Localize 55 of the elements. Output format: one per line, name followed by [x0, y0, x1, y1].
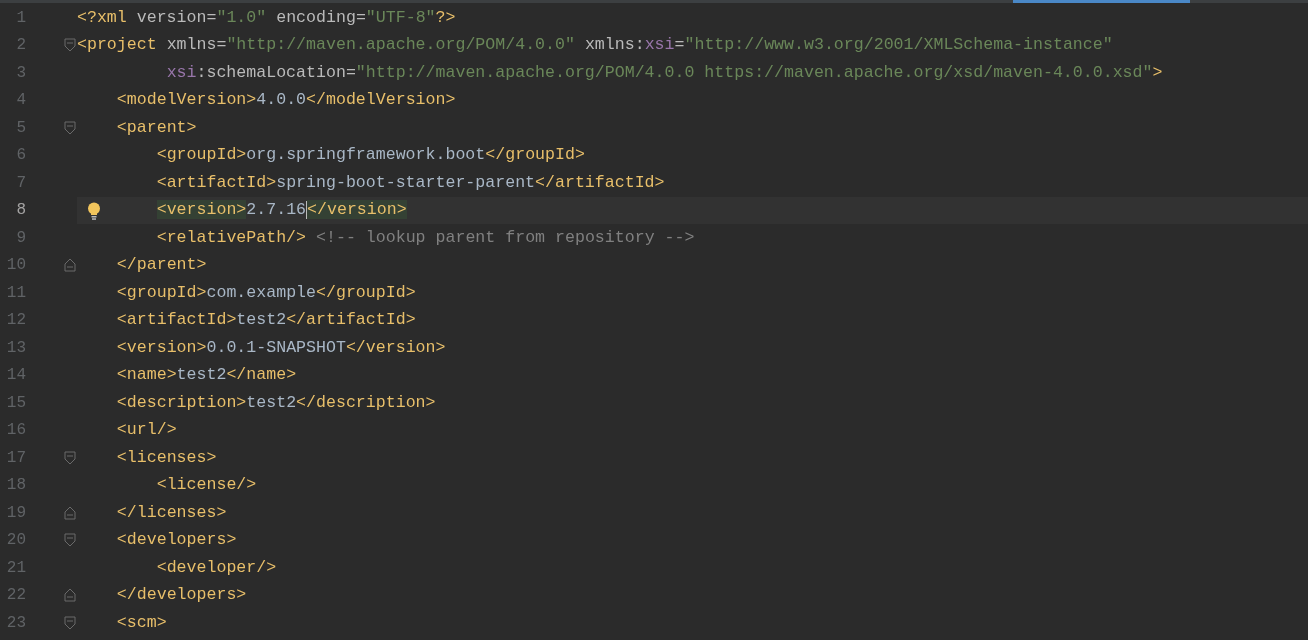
line-number: 21: [6, 557, 26, 579]
code-line: <modelVersion>4.0.0</modelVersion>: [115, 90, 456, 111]
fold-marker-icon[interactable]: [64, 38, 76, 53]
fold-end-icon[interactable]: [64, 588, 76, 603]
code-line: <version>0.0.1-SNAPSHOT</version>: [115, 337, 446, 358]
line-number: 17: [6, 447, 26, 469]
line-number: 5: [16, 117, 26, 139]
line-number: 7: [16, 172, 26, 194]
lightbulb-icon[interactable]: [87, 201, 101, 220]
line-number: 2: [16, 35, 26, 57]
code-line: </developers>: [115, 585, 247, 606]
code-line: <license/>: [155, 475, 257, 496]
code-line: <groupId>com.example</groupId>: [115, 282, 416, 303]
code-line: <description>test2</description>: [115, 392, 436, 413]
fold-marker-icon[interactable]: [64, 533, 76, 548]
code-line: <name>test2</name>: [115, 365, 297, 386]
fold-end-icon[interactable]: [64, 505, 76, 520]
line-number: 6: [16, 145, 26, 167]
line-number: 3: [16, 62, 26, 84]
fold-marker-icon[interactable]: [64, 615, 76, 630]
line-number: 22: [6, 585, 26, 607]
line-number: 13: [6, 337, 26, 359]
code-line: <licenses>: [115, 447, 217, 468]
fold-end-icon[interactable]: [64, 258, 76, 273]
code-line: </parent>: [115, 255, 207, 276]
line-number: 18: [6, 475, 26, 497]
line-number: 15: [6, 392, 26, 414]
code-line: <parent>: [115, 117, 197, 138]
line-number: 8: [16, 200, 26, 222]
code-line: <groupId>org.springframework.boot</groupId>: [155, 145, 585, 166]
code-line: <?xml version="1.0" encoding="UTF-8"?>: [77, 7, 456, 28]
line-number: 9: [16, 227, 26, 249]
code-line: </licenses>: [115, 502, 227, 523]
line-number: 4: [16, 90, 26, 112]
line-number: 11: [6, 282, 26, 304]
fold-marker-icon[interactable]: [64, 450, 76, 465]
line-number: 1: [16, 7, 26, 29]
line-number: 14: [6, 365, 26, 387]
code-line: xsi:schemaLocation="http://maven.apache.org/POM/4.0.0 https://maven.apache.org/xsd/maven-4.0.0.xsd">: [165, 62, 1163, 83]
code-line: <project xmlns="http://maven.apache.org/POM/4.0.0" xmlns:xsi="http://www.w3.org/2001/XMLSchema-instance": [77, 35, 1113, 56]
code-line: <developers>: [115, 530, 237, 551]
fold-marker-icon[interactable]: [64, 120, 76, 135]
code-line: <url/>: [115, 420, 177, 441]
line-number: 12: [6, 310, 26, 332]
code-line: <artifactId>test2</artifactId>: [115, 310, 416, 331]
line-number: 10: [6, 255, 26, 277]
line-number: 23: [6, 612, 26, 634]
line-number: 20: [6, 530, 26, 552]
line-number: 16: [6, 420, 26, 442]
code-line: <artifactId>spring-boot-starter-parent</artifactId>: [155, 172, 665, 193]
code-line: <version>2.7.16</version>: [155, 200, 407, 221]
code-line: <scm>: [115, 612, 167, 633]
code-line: <relativePath/> <!-- lookup parent from repository -->: [155, 227, 695, 248]
code-line: <developer/>: [155, 557, 277, 578]
line-number: 19: [6, 502, 26, 524]
